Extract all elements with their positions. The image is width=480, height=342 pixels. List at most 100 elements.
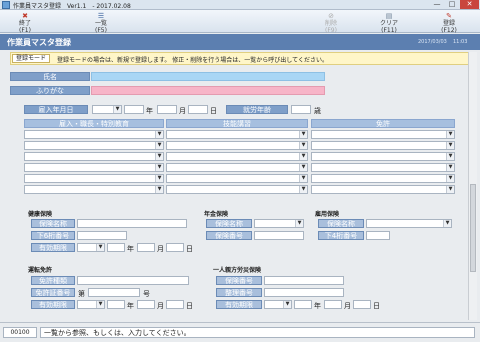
minimize-button[interactable]: — xyxy=(430,0,444,9)
license-expiry-day-field[interactable] xyxy=(166,300,184,309)
grid-license-select[interactable]: ▼ xyxy=(311,141,455,150)
delete-button[interactable]: ⊘ 削除 (F9) xyxy=(310,12,352,35)
clear-button[interactable]: ▤ クリア (F11) xyxy=(368,12,410,35)
hire-month-field[interactable] xyxy=(157,105,177,114)
grid-education-select[interactable]: ▼ xyxy=(24,174,164,183)
end-button[interactable]: ✖ 終了 (F1) xyxy=(4,12,46,35)
grid-education-select[interactable]: ▼ xyxy=(24,163,164,172)
pension-number-field[interactable] xyxy=(254,231,304,240)
grid-skill-select[interactable]: ▼ xyxy=(166,163,308,172)
hire-month-unit: 月 xyxy=(179,107,186,115)
health-year-unit: 年 xyxy=(127,245,134,253)
chevron-down-icon: ▼ xyxy=(155,153,163,160)
scrollbar-thumb[interactable] xyxy=(470,184,476,272)
chevron-down-icon: ▼ xyxy=(96,244,104,251)
accident-expiry-day-field[interactable] xyxy=(353,300,371,309)
accident-expiry-month-field[interactable] xyxy=(324,300,342,309)
employment-digits-field[interactable] xyxy=(366,231,390,240)
grid-license-select[interactable]: ▼ xyxy=(311,174,455,183)
kana-label: ふりがな xyxy=(10,86,90,95)
license-number-suffix: 号 xyxy=(143,290,150,298)
grid-skill-select[interactable]: ▼ xyxy=(166,185,308,194)
chevron-down-icon: ▼ xyxy=(155,142,163,149)
health-expiry-era-select[interactable]: ▼ xyxy=(77,243,105,252)
chevron-down-icon: ▼ xyxy=(155,186,163,193)
page-title: 作業員マスタ登録 xyxy=(7,38,71,47)
chevron-down-icon: ▼ xyxy=(96,301,104,308)
accident-expiry-era-select[interactable]: ▼ xyxy=(264,300,292,309)
employment-name-select[interactable]: ▼ xyxy=(366,219,452,228)
accident-mgmt-field[interactable] xyxy=(264,288,344,297)
grid-skill-select[interactable]: ▼ xyxy=(166,174,308,183)
register-label: 登録 xyxy=(442,20,455,27)
status-code: 00100 xyxy=(3,327,37,338)
chevron-down-icon: ▼ xyxy=(443,220,451,227)
accident-expiry-year-field[interactable] xyxy=(294,300,312,309)
header-time: 11:03 xyxy=(453,39,468,45)
health-name-field[interactable] xyxy=(77,219,187,228)
hire-era-select[interactable]: ▼ xyxy=(92,105,122,114)
name-field[interactable] xyxy=(91,72,325,81)
chevron-down-icon: ▼ xyxy=(446,186,454,193)
grid-license-select[interactable]: ▼ xyxy=(311,152,455,161)
health-expiry-day-field[interactable] xyxy=(166,243,184,252)
license-year-unit: 年 xyxy=(127,302,134,310)
window-title: 作業員マスタ登録 Ver1.1 - 2017.02.08 xyxy=(13,3,131,10)
kana-field[interactable] xyxy=(91,86,325,95)
clear-label: クリア xyxy=(379,20,398,27)
grid-skill-select[interactable]: ▼ xyxy=(166,141,308,150)
accident-number-label: 保険番号 xyxy=(216,276,262,285)
page-header: 作業員マスタ登録 2017/03/03 11:03 xyxy=(0,34,480,50)
license-number-field[interactable] xyxy=(88,288,140,297)
hire-year-field[interactable] xyxy=(124,105,144,114)
grid-license-select[interactable]: ▼ xyxy=(311,163,455,172)
license-type-label: 免許種類 xyxy=(31,276,75,285)
maximize-button[interactable]: □ xyxy=(445,0,459,9)
pension-name-select[interactable]: ▼ xyxy=(254,219,304,228)
health-day-unit: 日 xyxy=(186,245,193,253)
chevron-down-icon: ▼ xyxy=(299,153,307,160)
hire-day-unit: 日 xyxy=(210,107,217,115)
chevron-down-icon: ▼ xyxy=(299,175,307,182)
mode-bar: 登録モード 登録モードの場合は、新規で登録します。 修正・削除を行う場合は、一覧… xyxy=(10,52,470,65)
grid-license-select[interactable]: ▼ xyxy=(311,130,455,139)
exit-icon: ✖ xyxy=(22,12,28,20)
license-expiry-era-select[interactable]: ▼ xyxy=(77,300,105,309)
work-age-label: 就労年齢 xyxy=(226,105,288,114)
grid-skill-select[interactable]: ▼ xyxy=(166,130,308,139)
health-digits-field[interactable] xyxy=(77,231,127,240)
register-key: (F12) xyxy=(441,27,457,34)
chevron-down-icon: ▼ xyxy=(155,164,163,171)
grid-education-select[interactable]: ▼ xyxy=(24,152,164,161)
grid-header-skills: 技能講習 xyxy=(166,119,308,128)
register-button[interactable]: ✎ 登録 (F12) xyxy=(428,12,470,35)
grid-license-select[interactable]: ▼ xyxy=(311,185,455,194)
driver-license-title: 運転免許 xyxy=(28,267,53,274)
close-button[interactable]: ✕ xyxy=(460,0,479,9)
accident-number-field[interactable] xyxy=(264,276,344,285)
grid-education-select[interactable]: ▼ xyxy=(24,141,164,150)
work-age-field[interactable] xyxy=(291,105,311,114)
health-month-unit: 月 xyxy=(157,245,164,253)
license-expiry-month-field[interactable] xyxy=(137,300,155,309)
grid-skill-select[interactable]: ▼ xyxy=(166,152,308,161)
accident-mgmt-label: 整理番号 xyxy=(216,288,262,297)
license-type-field[interactable] xyxy=(77,276,189,285)
vertical-scrollbar[interactable] xyxy=(468,52,477,320)
employment-insurance-title: 雇用保険 xyxy=(315,211,340,218)
app-icon xyxy=(2,1,10,9)
end-label: 終了 xyxy=(18,20,31,27)
chevron-down-icon: ▼ xyxy=(295,220,303,227)
list-button[interactable]: ☰ 一覧 (F5) xyxy=(80,12,122,35)
health-digits-label: 下6桁番号 xyxy=(31,231,75,240)
hire-day-field[interactable] xyxy=(188,105,208,114)
grid-education-select[interactable]: ▼ xyxy=(24,130,164,139)
license-number-label: 免許証番号 xyxy=(31,288,75,297)
chevron-down-icon: ▼ xyxy=(446,175,454,182)
function-toolbar: ✖ 終了 (F1) ☰ 一覧 (F5) ⊘ 削除 (F9) ▤ クリア (F11… xyxy=(0,10,480,35)
license-day-unit: 日 xyxy=(186,302,193,310)
grid-education-select[interactable]: ▼ xyxy=(24,185,164,194)
license-expiry-year-field[interactable] xyxy=(107,300,125,309)
health-expiry-year-field[interactable] xyxy=(107,243,125,252)
health-expiry-month-field[interactable] xyxy=(137,243,155,252)
